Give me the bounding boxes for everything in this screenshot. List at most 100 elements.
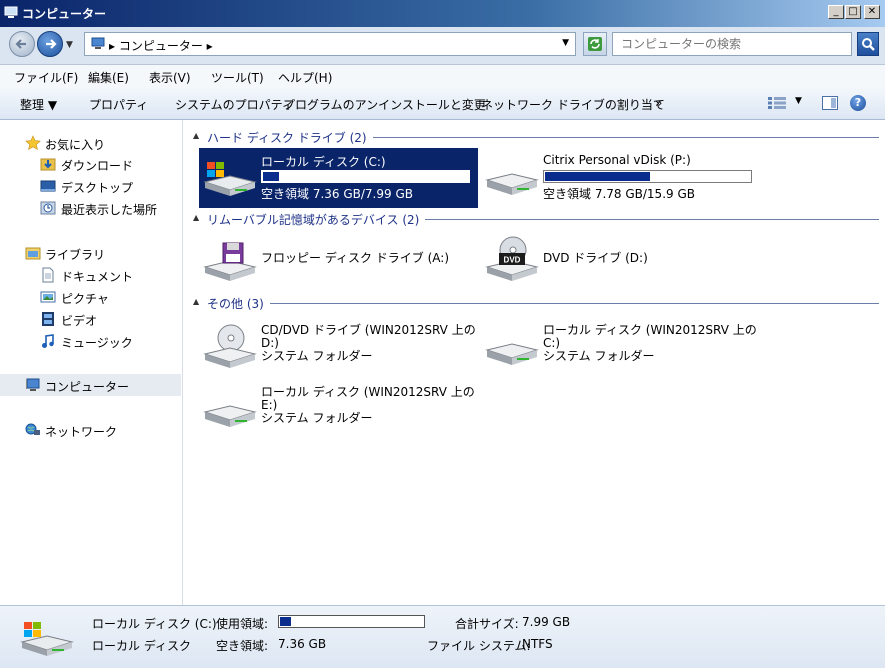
windows-drive-icon <box>20 622 74 656</box>
forward-button[interactable] <box>37 31 63 57</box>
sidebar-item-music[interactable]: ミュージック <box>0 330 181 352</box>
menu-view[interactable]: 表示(V) <box>149 69 191 86</box>
sidebar-item-computer[interactable]: コンピューター <box>0 374 181 396</box>
videos-icon <box>42 312 54 326</box>
group-header-other[interactable]: ▲ その他 (3) <box>189 295 879 312</box>
sidebar-item-network[interactable]: ネットワーク <box>0 419 181 441</box>
refresh-icon <box>588 37 602 51</box>
view-options-icon[interactable] <box>768 97 786 109</box>
sidebar-item-recent[interactable]: 最近表示した場所 <box>0 197 181 219</box>
menu-file[interactable]: ファイル(F) <box>14 69 78 86</box>
refresh-button[interactable] <box>583 32 607 56</box>
hard-drive-icon <box>203 405 257 427</box>
collapse-triangle-icon[interactable]: ▲ <box>193 131 199 140</box>
back-button[interactable] <box>9 31 35 57</box>
preview-pane-icon[interactable] <box>822 96 838 110</box>
group-header-removable[interactable]: ▲ リムーバブル記憶域があるデバイス (2) <box>189 211 879 228</box>
details-drive-name: ローカル ディスク (C:) <box>92 617 217 631</box>
sidebar-item-videos[interactable]: ビデオ <box>0 308 181 330</box>
title-bar: コンピューター _ □ ✕ <box>0 0 885 27</box>
drive-free-space: 空き領域 7.36 GB/7.99 GB <box>261 187 413 201</box>
history-dropdown-icon[interactable]: ▼ <box>66 40 73 50</box>
breadcrumb[interactable]: ▸ コンピューター ▸ <box>109 37 213 54</box>
drive-type: システム フォルダー <box>261 349 373 363</box>
hard-drive-icon <box>485 343 539 365</box>
sidebar-item-label: ドキュメント <box>61 270 134 284</box>
map-network-drive-button[interactable]: ネットワーク ドライブの割り当て <box>481 96 665 113</box>
menu-edit[interactable]: 編集(E) <box>88 69 129 86</box>
search-input[interactable] <box>612 32 852 56</box>
menu-tools[interactable]: ツール(T) <box>211 69 264 86</box>
music-icon <box>42 334 54 348</box>
remote-dvd-d-tile[interactable]: CD/DVD ドライブ (WIN2012SRV 上の D:) システム フォルダ… <box>199 316 479 376</box>
documents-icon <box>42 267 54 283</box>
search-icon <box>862 38 875 51</box>
more-commands-button[interactable]: » <box>655 96 662 110</box>
remote-disk-c-tile[interactable]: ローカル ディスク (WIN2012SRV 上の C:) システム フォルダー <box>481 316 781 376</box>
drive-d-tile[interactable]: DVD DVD ドライブ (D:) <box>481 231 781 291</box>
collapse-triangle-icon[interactable]: ▲ <box>193 297 199 306</box>
sidebar-item-pictures[interactable]: ピクチャ <box>0 286 181 308</box>
menu-bar: ファイル(F) 編集(E) 表示(V) ツール(T) ヘルプ(H) <box>0 65 885 88</box>
sidebar-item-label: デスクトップ <box>61 181 134 195</box>
sidebar-item-documents[interactable]: ドキュメント <box>0 264 181 286</box>
drive-name: ローカル ディスク (WIN2012SRV 上の C:) <box>543 323 757 350</box>
view-dropdown-icon[interactable]: ▼ <box>795 96 802 106</box>
remote-disk-e-tile[interactable]: ローカル ディスク (WIN2012SRV 上の E:) システム フォルダー <box>199 382 479 442</box>
help-icon[interactable]: ? <box>850 95 866 111</box>
sidebar-item-label: ミュージック <box>61 336 133 350</box>
libraries-icon <box>25 247 41 260</box>
drive-name: ローカル ディスク (WIN2012SRV 上の E:) <box>261 385 475 412</box>
sidebar-item-downloads[interactable]: ダウンロード <box>0 153 181 175</box>
properties-button[interactable]: プロパティ <box>89 96 148 113</box>
usage-fill <box>263 172 279 181</box>
dvd-drive-icon: DVD <box>485 236 539 281</box>
details-drive-type: ローカル ディスク <box>92 639 191 653</box>
close-button[interactable]: ✕ <box>864 5 880 19</box>
drive-c-tile[interactable]: ローカル ディスク (C:) 空き領域 7.36 GB/7.99 GB <box>199 148 478 208</box>
sidebar-item-desktop[interactable]: デスクトップ <box>0 175 181 197</box>
details-free-label: 空き領域: <box>216 639 269 653</box>
back-arrow-icon <box>15 39 26 49</box>
maximize-button[interactable]: □ <box>845 5 861 19</box>
pictures-icon <box>40 291 56 303</box>
search-button[interactable] <box>857 32 879 56</box>
address-bar[interactable]: ▸ コンピューター ▸ ▼ <box>84 32 576 56</box>
address-dropdown-icon[interactable]: ▼ <box>562 38 569 48</box>
group-header-hdd[interactable]: ▲ ハード ディスク ドライブ (2) <box>189 129 879 146</box>
minimize-button[interactable]: _ <box>828 5 844 19</box>
dvd-badge: DVD <box>504 256 521 265</box>
drive-type: システム フォルダー <box>261 411 373 425</box>
details-free-value: 7.36 GB <box>278 637 327 651</box>
drive-a-tile[interactable]: フロッピー ディスク ドライブ (A:) <box>199 231 479 291</box>
organize-button[interactable]: 整理 ▼ <box>20 96 57 113</box>
menu-help[interactable]: ヘルプ(H) <box>278 69 332 86</box>
group-title: リムーバブル記憶域があるデバイス (2) <box>207 211 426 228</box>
sidebar-item-label: ピクチャ <box>61 292 109 306</box>
drive-type: システム フォルダー <box>543 349 655 363</box>
drive-p-tile[interactable]: Citrix Personal vDisk (P:) 空き領域 7.78 GB/… <box>481 148 781 208</box>
usage-fill <box>280 617 291 626</box>
drive-name: ローカル ディスク (C:) <box>261 155 386 169</box>
sidebar-item-libraries[interactable]: ライブラリ <box>0 242 181 264</box>
navigation-pane: お気に入り ダウンロード デスクトップ 最近表示した場所 ライブラリ ドキュメン… <box>0 120 183 605</box>
system-properties-button[interactable]: システムのプロパティ <box>175 96 294 113</box>
details-usage-bar <box>278 615 425 628</box>
collapse-triangle-icon[interactable]: ▲ <box>193 213 199 222</box>
group-title: その他 (3) <box>207 295 270 312</box>
window-title: コンピューター <box>22 7 107 21</box>
forward-arrow-icon <box>46 39 57 49</box>
details-total-label: 合計サイズ: <box>455 617 519 631</box>
details-used-label: 使用領域: <box>216 617 269 631</box>
downloads-folder-icon <box>40 158 56 171</box>
star-icon <box>25 135 41 150</box>
windows-drive-icon <box>203 162 257 196</box>
sidebar-item-favorites[interactable]: お気に入り <box>0 132 181 154</box>
sidebar-item-label: ネットワーク <box>45 425 118 439</box>
drive-usage-bar <box>261 170 470 183</box>
drive-free-space: 空き領域 7.78 GB/15.9 GB <box>543 187 695 201</box>
command-bar: 整理 ▼ プロパティ システムのプロパティ プログラムのアンインストールと変更 … <box>0 87 885 120</box>
drive-name: CD/DVD ドライブ (WIN2012SRV 上の D:) <box>261 323 476 350</box>
sidebar-item-label: ビデオ <box>61 314 98 328</box>
uninstall-button[interactable]: プログラムのアンインストールと変更 <box>283 96 486 113</box>
